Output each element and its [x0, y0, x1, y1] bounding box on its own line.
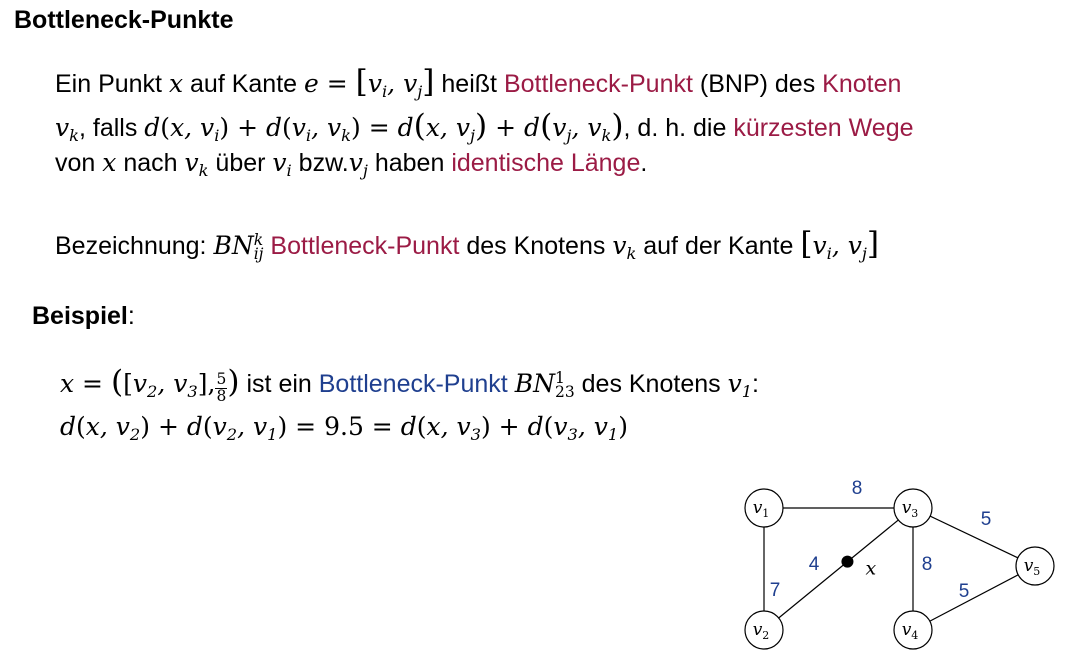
edge-weight-v3-v5: 5	[981, 509, 992, 530]
edge-weight-v2-v3: 4	[809, 554, 820, 575]
edge-weight-v1-v3: 8	[852, 478, 863, 499]
edge-v2-v3	[763, 507, 914, 631]
example-graph: 874 855x v1v2v3v4v5	[744, 478, 1055, 650]
edge-v4-v5	[912, 565, 1036, 631]
edge-weight-v4-v5: 5	[959, 581, 970, 602]
edge-weight-v3-v4: 8	[922, 554, 933, 575]
bottleneck-point-label: x	[865, 558, 876, 580]
bottleneck-point	[841, 555, 854, 568]
edge-weight-v1-v2: 7	[770, 580, 781, 601]
